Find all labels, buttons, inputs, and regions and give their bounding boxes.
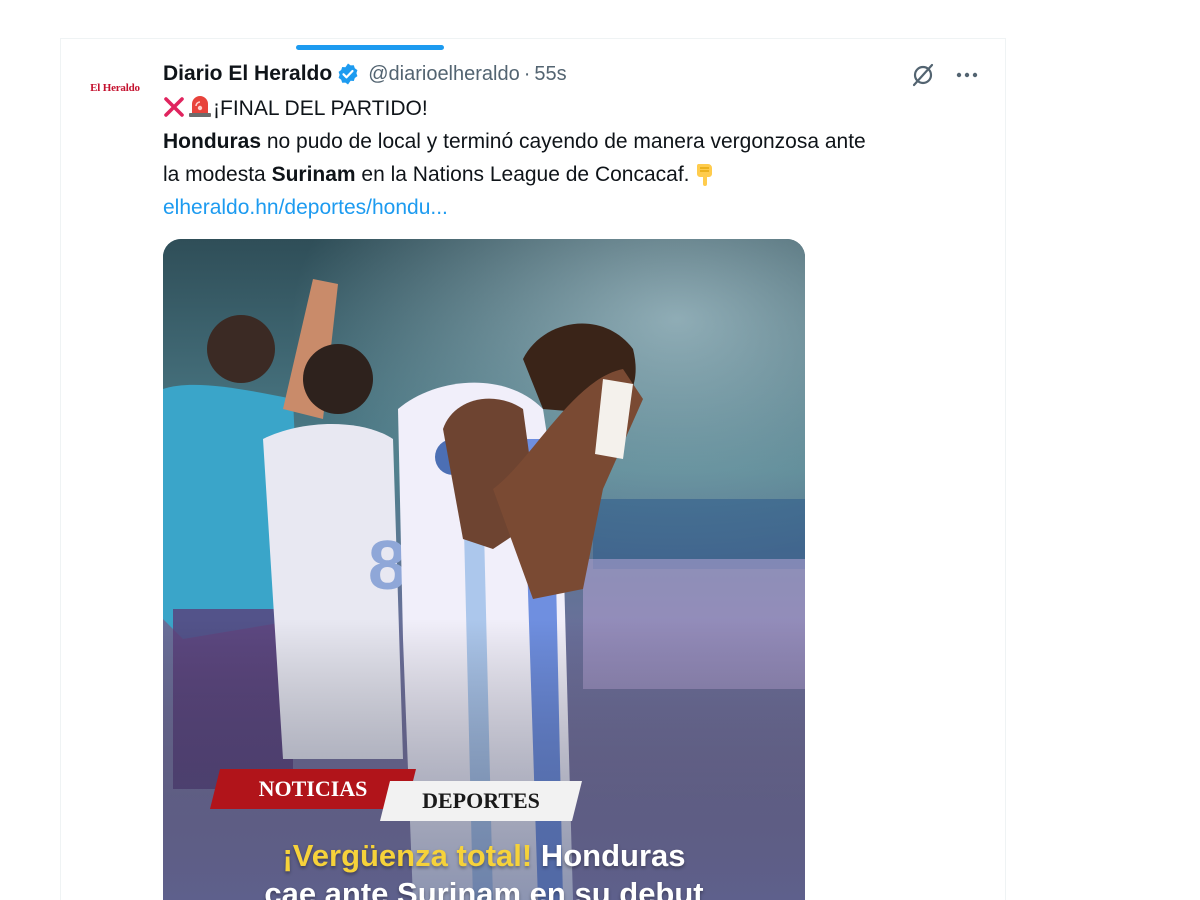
bold-honduras: Honduras (163, 130, 262, 153)
grok-icon[interactable] (906, 58, 940, 92)
deportes-tag: DEPORTES (422, 788, 540, 813)
siren-icon (187, 94, 213, 118)
active-tab-indicator (296, 45, 444, 50)
avatar[interactable]: El Heraldo (83, 64, 147, 112)
tweet-line-3-start: la modesta (163, 163, 272, 186)
verified-badge-icon (336, 62, 360, 86)
headline-accent: ¡Vergüenza total! (282, 838, 533, 873)
bold-surinam: Surinam (271, 163, 356, 186)
media-image[interactable]: 8 NOTICIAS DEPORTES ¡Vergüenza total! Ho… (163, 239, 805, 900)
tweet-header: Diario El Heraldo @diarioelheraldo · 55s (163, 58, 567, 90)
tweet-line-1-text: ¡FINAL DEL PARTIDO! (213, 97, 428, 120)
headline-line-2: cae ante Surinam en su debut (264, 876, 704, 900)
tweet-line-2-text: no pudo de local y terminó cayendo de ma… (261, 130, 866, 153)
article-link[interactable]: elheraldo.hn/deportes/hondu... (163, 191, 993, 224)
tweet-line-3-text: en la Nations League de Concacaf. (355, 163, 690, 186)
separator-dot: · (523, 62, 531, 85)
image-headline: ¡Vergüenza total! Honduras cae ante Suri… (163, 837, 805, 900)
tweet-page: El Heraldo Diario El Heraldo @diarioelhe… (0, 0, 1200, 900)
author-name[interactable]: Diario El Heraldo (163, 62, 332, 86)
author-handle[interactable]: @diarioelheraldo (368, 63, 520, 86)
tweet-text: ¡FINAL DEL PARTIDO! Honduras no pudo de … (163, 92, 993, 224)
avatar-logo-text: El Heraldo (90, 82, 140, 94)
tweet-line-1: ¡FINAL DEL PARTIDO! (163, 92, 993, 125)
tweet-line-3: la modesta Surinam en la Nations League … (163, 158, 993, 191)
cross-mark-icon (163, 95, 185, 117)
noticias-tag: NOTICIAS (258, 776, 368, 801)
pointing-down-icon (694, 162, 716, 186)
post-timestamp[interactable]: 55s (534, 63, 566, 86)
more-options-icon[interactable] (950, 58, 984, 92)
tweet-line-2: Honduras no pudo de local y terminó caye… (163, 125, 993, 158)
headline-rest: Honduras (532, 838, 686, 873)
